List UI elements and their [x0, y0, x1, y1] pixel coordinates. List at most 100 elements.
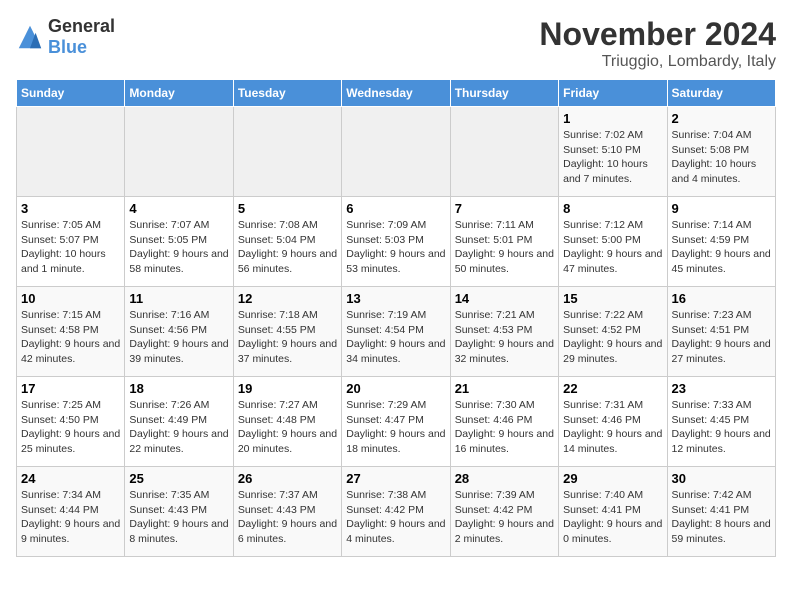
logo-blue: Blue [48, 37, 87, 57]
day-info: Sunrise: 7:26 AM Sunset: 4:49 PM Dayligh… [129, 398, 228, 457]
day-info: Sunrise: 7:09 AM Sunset: 5:03 PM Dayligh… [346, 218, 445, 277]
day-info: Sunrise: 7:38 AM Sunset: 4:42 PM Dayligh… [346, 488, 445, 547]
title-area: November 2024 Triuggio, Lombardy, Italy [539, 16, 776, 71]
calendar-day-cell: 10 Sunrise: 7:15 AM Sunset: 4:58 PM Dayli… [17, 287, 125, 377]
calendar-day-cell: 28 Sunrise: 7:39 AM Sunset: 4:42 PM Dayli… [450, 467, 558, 557]
calendar-day-cell: 21Sunrise: 7:30 AM Sunset: 4:46 PM Dayli… [450, 377, 558, 467]
day-number: 4 [129, 201, 228, 216]
day-number: 30 [672, 471, 771, 486]
calendar-day-cell: 20 Sunrise: 7:29 AM Sunset: 4:47 PM Dayli… [342, 377, 450, 467]
calendar-week-row: 1 Sunrise: 7:02 AM Sunset: 5:10 PM Daylig… [17, 107, 776, 197]
calendar-day-cell: 26Sunrise: 7:37 AM Sunset: 4:43 PM Dayli… [233, 467, 341, 557]
day-info: Sunrise: 7:30 AM Sunset: 4:46 PM Dayligh… [455, 398, 554, 457]
day-number: 27 [346, 471, 445, 486]
day-number: 14 [455, 291, 554, 306]
day-info: Sunrise: 7:15 AM Sunset: 4:58 PM Dayligh… [21, 308, 120, 367]
calendar-day-cell: 12 Sunrise: 7:18 AM Sunset: 4:55 PM Dayli… [233, 287, 341, 377]
day-number: 5 [238, 201, 337, 216]
calendar-day-cell: 9 Sunrise: 7:14 AM Sunset: 4:59 PM Daylig… [667, 197, 775, 287]
calendar-day-cell [233, 107, 341, 197]
day-number: 3 [21, 201, 120, 216]
weekday-header-cell: Wednesday [342, 80, 450, 107]
month-title: November 2024 [539, 16, 776, 53]
calendar-day-cell: 5 Sunrise: 7:08 AM Sunset: 5:04 PM Daylig… [233, 197, 341, 287]
day-info: Sunrise: 7:14 AM Sunset: 4:59 PM Dayligh… [672, 218, 771, 277]
day-info: Sunrise: 7:04 AM Sunset: 5:08 PM Dayligh… [672, 128, 771, 187]
day-info: Sunrise: 7:40 AM Sunset: 4:41 PM Dayligh… [563, 488, 662, 547]
day-number: 25 [129, 471, 228, 486]
day-number: 20 [346, 381, 445, 396]
day-number: 8 [563, 201, 662, 216]
calendar-day-cell: 24 Sunrise: 7:34 AM Sunset: 4:44 PM Dayli… [17, 467, 125, 557]
calendar-table: SundayMondayTuesdayWednesdayThursdayFrid… [16, 79, 776, 557]
calendar-day-cell: 13Sunrise: 7:19 AM Sunset: 4:54 PM Dayli… [342, 287, 450, 377]
calendar-day-cell: 29Sunrise: 7:40 AM Sunset: 4:41 PM Dayli… [559, 467, 667, 557]
day-number: 1 [563, 111, 662, 126]
day-info: Sunrise: 7:21 AM Sunset: 4:53 PM Dayligh… [455, 308, 554, 367]
day-number: 9 [672, 201, 771, 216]
calendar-day-cell: 19Sunrise: 7:27 AM Sunset: 4:48 PM Dayli… [233, 377, 341, 467]
calendar-day-cell: 23 Sunrise: 7:33 AM Sunset: 4:45 PM Dayli… [667, 377, 775, 467]
calendar-day-cell: 22 Sunrise: 7:31 AM Sunset: 4:46 PM Dayli… [559, 377, 667, 467]
day-info: Sunrise: 7:19 AM Sunset: 4:54 PM Dayligh… [346, 308, 445, 367]
weekday-header-row: SundayMondayTuesdayWednesdayThursdayFrid… [17, 80, 776, 107]
calendar-day-cell [125, 107, 233, 197]
weekday-header-cell: Friday [559, 80, 667, 107]
day-info: Sunrise: 7:08 AM Sunset: 5:04 PM Dayligh… [238, 218, 337, 277]
day-info: Sunrise: 7:02 AM Sunset: 5:10 PM Dayligh… [563, 128, 662, 187]
calendar-day-cell: 27 Sunrise: 7:38 AM Sunset: 4:42 PM Dayli… [342, 467, 450, 557]
calendar-week-row: 3 Sunrise: 7:05 AM Sunset: 5:07 PM Daylig… [17, 197, 776, 287]
day-info: Sunrise: 7:34 AM Sunset: 4:44 PM Dayligh… [21, 488, 120, 547]
day-info: Sunrise: 7:16 AM Sunset: 4:56 PM Dayligh… [129, 308, 228, 367]
day-number: 22 [563, 381, 662, 396]
calendar-day-cell: 14 Sunrise: 7:21 AM Sunset: 4:53 PM Dayli… [450, 287, 558, 377]
day-info: Sunrise: 7:39 AM Sunset: 4:42 PM Dayligh… [455, 488, 554, 547]
calendar-day-cell: 25Sunrise: 7:35 AM Sunset: 4:43 PM Dayli… [125, 467, 233, 557]
day-number: 23 [672, 381, 771, 396]
day-number: 18 [129, 381, 228, 396]
day-info: Sunrise: 7:33 AM Sunset: 4:45 PM Dayligh… [672, 398, 771, 457]
day-number: 16 [672, 291, 771, 306]
weekday-header-cell: Thursday [450, 80, 558, 107]
day-info: Sunrise: 7:31 AM Sunset: 4:46 PM Dayligh… [563, 398, 662, 457]
day-number: 10 [21, 291, 120, 306]
day-info: Sunrise: 7:11 AM Sunset: 5:01 PM Dayligh… [455, 218, 554, 277]
calendar-day-cell: 18 Sunrise: 7:26 AM Sunset: 4:49 PM Dayli… [125, 377, 233, 467]
calendar-week-row: 10 Sunrise: 7:15 AM Sunset: 4:58 PM Dayli… [17, 287, 776, 377]
day-info: Sunrise: 7:23 AM Sunset: 4:51 PM Dayligh… [672, 308, 771, 367]
calendar-week-row: 17 Sunrise: 7:25 AM Sunset: 4:50 PM Dayli… [17, 377, 776, 467]
day-info: Sunrise: 7:05 AM Sunset: 5:07 PM Dayligh… [21, 218, 120, 277]
day-info: Sunrise: 7:12 AM Sunset: 5:00 PM Dayligh… [563, 218, 662, 277]
calendar-day-cell: 15Sunrise: 7:22 AM Sunset: 4:52 PM Dayli… [559, 287, 667, 377]
calendar-day-cell: 7 Sunrise: 7:11 AM Sunset: 5:01 PM Daylig… [450, 197, 558, 287]
day-number: 19 [238, 381, 337, 396]
day-number: 17 [21, 381, 120, 396]
day-number: 12 [238, 291, 337, 306]
calendar-day-cell: 6 Sunrise: 7:09 AM Sunset: 5:03 PM Daylig… [342, 197, 450, 287]
calendar-day-cell: 2 Sunrise: 7:04 AM Sunset: 5:08 PM Daylig… [667, 107, 775, 197]
calendar-day-cell [342, 107, 450, 197]
day-info: Sunrise: 7:18 AM Sunset: 4:55 PM Dayligh… [238, 308, 337, 367]
day-info: Sunrise: 7:29 AM Sunset: 4:47 PM Dayligh… [346, 398, 445, 457]
day-number: 2 [672, 111, 771, 126]
day-info: Sunrise: 7:42 AM Sunset: 4:41 PM Dayligh… [672, 488, 771, 547]
calendar-day-cell: 8 Sunrise: 7:12 AM Sunset: 5:00 PM Daylig… [559, 197, 667, 287]
day-number: 6 [346, 201, 445, 216]
day-info: Sunrise: 7:07 AM Sunset: 5:05 PM Dayligh… [129, 218, 228, 277]
day-number: 24 [21, 471, 120, 486]
calendar-day-cell: 16 Sunrise: 7:23 AM Sunset: 4:51 PM Dayli… [667, 287, 775, 377]
calendar-day-cell: 11Sunrise: 7:16 AM Sunset: 4:56 PM Dayli… [125, 287, 233, 377]
day-number: 28 [455, 471, 554, 486]
weekday-header-cell: Monday [125, 80, 233, 107]
calendar-day-cell [450, 107, 558, 197]
logo: General Blue [16, 16, 115, 58]
logo-icon [16, 23, 44, 51]
logo-general: General [48, 16, 115, 36]
calendar-day-cell: 3 Sunrise: 7:05 AM Sunset: 5:07 PM Daylig… [17, 197, 125, 287]
day-info: Sunrise: 7:25 AM Sunset: 4:50 PM Dayligh… [21, 398, 120, 457]
calendar-day-cell [17, 107, 125, 197]
logo-text: General Blue [48, 16, 115, 58]
calendar-day-cell: 1 Sunrise: 7:02 AM Sunset: 5:10 PM Daylig… [559, 107, 667, 197]
weekday-header-cell: Sunday [17, 80, 125, 107]
day-number: 7 [455, 201, 554, 216]
